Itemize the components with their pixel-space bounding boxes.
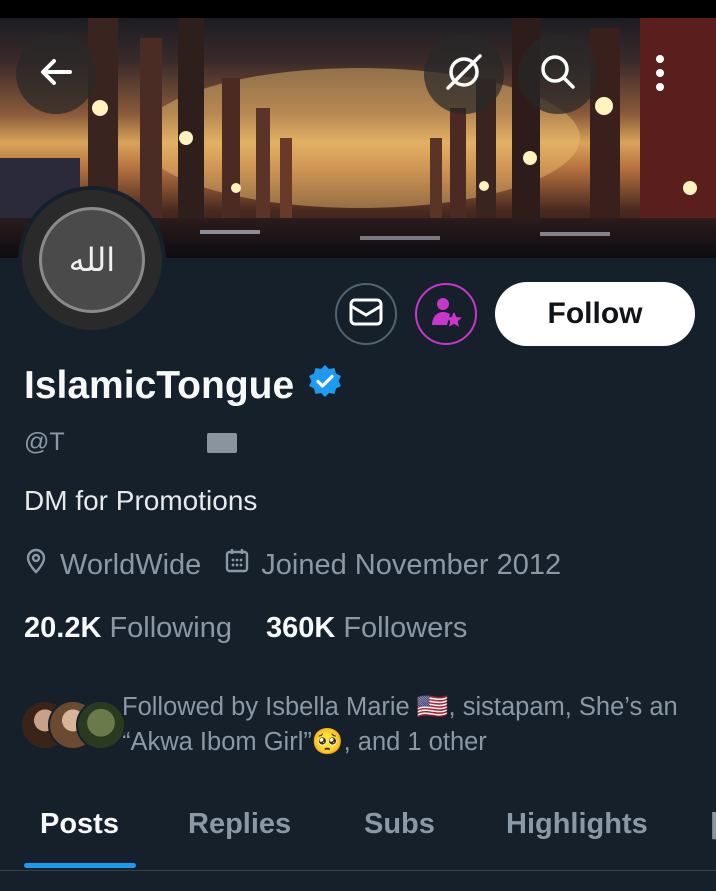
back-button[interactable]	[16, 34, 96, 114]
following-count: 20.2K	[24, 612, 102, 644]
tabs-divider	[0, 870, 716, 871]
tab-overflow[interactable]: |	[710, 808, 716, 841]
avatar-medallion: الله	[39, 207, 145, 313]
profile-meta: WorldWide Joined November 2012	[24, 548, 561, 582]
calendar-icon	[225, 548, 249, 582]
handle-redaction	[207, 433, 238, 454]
search-button[interactable]	[518, 34, 598, 114]
handle: @T	[24, 428, 65, 456]
profile-tabs: Posts Replies Subs Highlights |	[0, 800, 716, 870]
status-bar	[0, 0, 716, 18]
display-name-row: IslamicTongue	[24, 364, 342, 408]
grok-icon	[442, 50, 486, 99]
message-button[interactable]	[335, 283, 397, 345]
joined-text: Joined November 2012	[261, 548, 562, 581]
location-text: WorldWide	[60, 548, 202, 581]
more-vertical-icon	[655, 53, 665, 98]
follow-button[interactable]: Follow	[495, 282, 695, 346]
follower-avatars	[20, 690, 126, 750]
followers-count: 360K	[265, 612, 336, 644]
avatar-calligraphy: الله	[68, 241, 116, 279]
subscribe-button[interactable]	[415, 283, 477, 345]
location-item: WorldWide	[24, 548, 201, 582]
location-pin-icon	[24, 548, 48, 582]
search-icon	[538, 52, 578, 97]
follower-avatar	[76, 700, 126, 750]
verified-badge-icon[interactable]	[308, 364, 342, 408]
avatar[interactable]: الله	[18, 186, 166, 334]
followers-link[interactable]: 360K Followers	[266, 612, 467, 645]
handle-row: @T	[24, 428, 238, 457]
message-envelope-icon	[349, 298, 383, 331]
tab-replies[interactable]: Replies	[188, 808, 291, 841]
tab-highlights[interactable]: Highlights	[506, 808, 648, 841]
tab-posts[interactable]: Posts	[40, 808, 119, 841]
follow-stats: 20.2K Following 360K Followers	[24, 612, 467, 645]
display-name: IslamicTongue	[24, 364, 295, 407]
bio: DM for Promotions	[24, 485, 258, 516]
back-arrow-icon	[36, 52, 76, 97]
avatar-image: الله	[22, 190, 162, 330]
followed-by[interactable]: Followed by Isbella Marie 🇺🇸, sistapam, …	[20, 690, 710, 760]
following-link[interactable]: 20.2K Following	[24, 612, 232, 645]
more-button[interactable]	[640, 50, 680, 100]
grok-button[interactable]	[424, 34, 504, 114]
active-tab-indicator	[24, 863, 136, 868]
followers-label: Followers	[343, 612, 468, 644]
followed-by-text: Followed by Isbella Marie 🇺🇸, sistapam, …	[122, 693, 678, 756]
following-label: Following	[109, 612, 232, 644]
subscribe-star-person-icon	[429, 295, 463, 334]
joined-item: Joined November 2012	[225, 548, 561, 582]
tab-subs[interactable]: Subs	[364, 808, 435, 841]
